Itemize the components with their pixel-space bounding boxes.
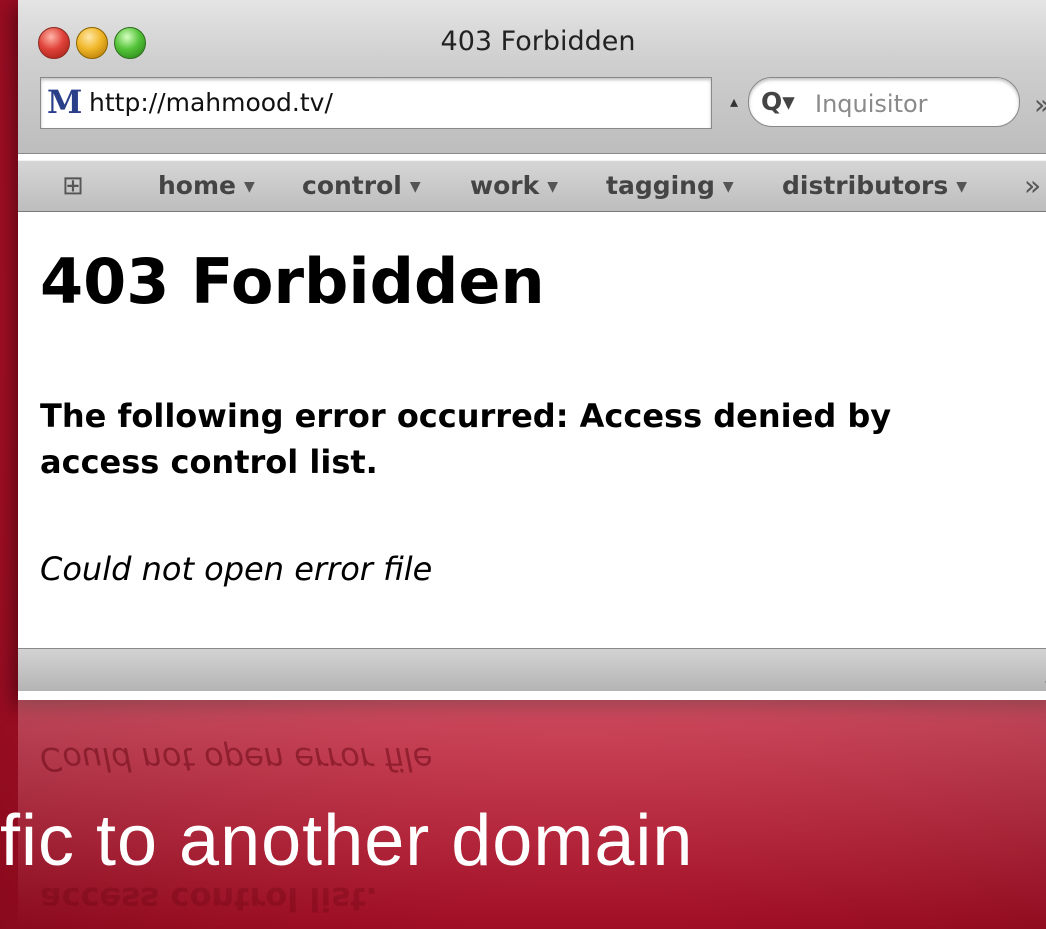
chevron-down-icon: ▼ — [243, 179, 255, 195]
bookmark-home[interactable]: home ▼ — [158, 171, 255, 200]
bookmarks-book-icon[interactable]: ⊞ — [62, 171, 84, 201]
search-field[interactable]: Q▾ Inquisitor — [748, 77, 1020, 127]
search-placeholder: Inquisitor — [815, 90, 928, 118]
error-note: Could not open error file — [40, 550, 433, 588]
bookmark-work[interactable]: work ▼ — [470, 171, 558, 200]
bookmark-distributors[interactable]: distributors ▼ — [782, 171, 967, 200]
toolbar-overflow-chevron-icon[interactable]: » — [1034, 88, 1046, 121]
slide-caption: fic to another domain — [0, 801, 694, 881]
window-title: 403 Forbidden — [440, 26, 636, 57]
error-message: The following error occurred: Access den… — [40, 397, 892, 482]
reflection-note: Could not open error file — [40, 740, 433, 778]
chevron-more-icon[interactable]: » — [1024, 169, 1041, 202]
reflection-error: access control list. — [40, 880, 378, 918]
browser-window: 403 Forbidden M http://mahmood.tv/ ▴ Q▾ … — [18, 0, 1046, 700]
bookmarks-bar: ⊞ home ▼ control ▼ work ▼ tagging ▼ distribu… — [18, 160, 1046, 212]
page-heading: 403 Forbidden — [40, 245, 545, 318]
address-stepper-icon[interactable]: ▴ — [730, 92, 738, 111]
chevron-down-icon: ▼ — [547, 179, 559, 195]
site-favicon: M — [47, 83, 83, 121]
bookmark-control[interactable]: control ▼ — [302, 171, 421, 200]
url-text[interactable]: http://mahmood.tv/ — [89, 88, 333, 117]
chevron-down-icon: ▼ — [722, 179, 734, 195]
chevron-down-icon: ▼ — [956, 179, 968, 195]
title-bar: 403 Forbidden M http://mahmood.tv/ ▴ Q▾ … — [18, 0, 1046, 154]
bookmark-tagging[interactable]: tagging ▼ — [606, 171, 734, 200]
chevron-down-icon: ▼ — [409, 179, 421, 195]
search-icon[interactable]: Q▾ — [761, 87, 795, 116]
status-bar: ⁄ — [18, 648, 1046, 691]
address-bar[interactable]: M http://mahmood.tv/ — [40, 77, 712, 129]
